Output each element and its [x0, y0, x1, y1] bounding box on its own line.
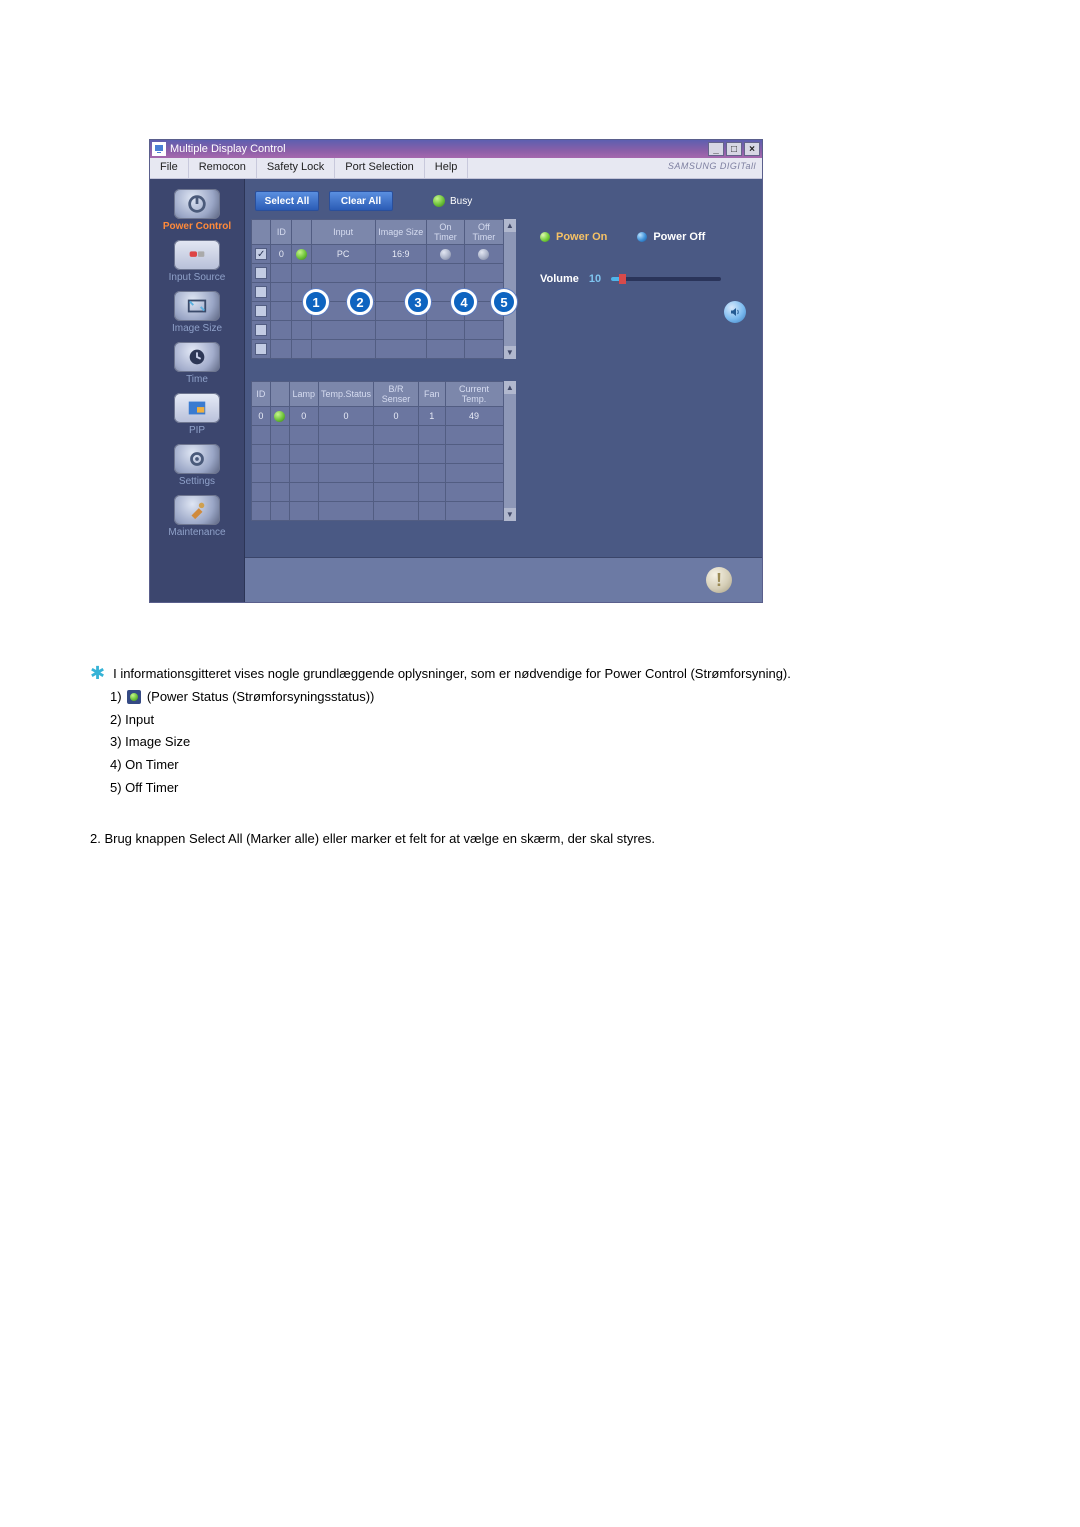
row-checkbox[interactable]: [255, 286, 267, 298]
grid-header: Off Timer: [465, 220, 503, 245]
sidebar-item-maintenance[interactable]: Maintenance: [150, 495, 244, 538]
busy-dot-icon: [433, 195, 445, 207]
timer-led-icon: [478, 249, 489, 260]
callout-5: 5: [491, 289, 517, 315]
select-all-button[interactable]: Select All: [255, 191, 319, 211]
row-checkbox[interactable]: [255, 267, 267, 279]
grid-header: Lamp: [289, 382, 318, 407]
menu-remocon[interactable]: Remocon: [189, 158, 257, 178]
row-checkbox[interactable]: [255, 343, 267, 355]
volume-control[interactable]: Volume 10: [540, 273, 746, 285]
table-row[interactable]: [252, 483, 504, 502]
star-icon: ✱: [90, 664, 105, 685]
volume-slider[interactable]: [611, 277, 721, 281]
sidebar-item-power-control[interactable]: Power Control: [150, 189, 244, 232]
grid-header: Image Size: [375, 220, 426, 245]
settings-icon: [174, 444, 220, 474]
table-row[interactable]: [252, 321, 504, 340]
status-led-icon: [296, 249, 307, 260]
grid-header: [270, 382, 289, 407]
window-title: Multiple Display Control: [170, 143, 286, 155]
power-off-dot-icon: [637, 232, 647, 242]
busy-indicator: Busy: [433, 195, 472, 207]
menu-safety-lock[interactable]: Safety Lock: [257, 158, 335, 178]
input-source-icon: [174, 240, 220, 270]
table-row[interactable]: [252, 340, 504, 359]
status-grid[interactable]: ID LampTemp.StatusB/R SenserFanCurrent Te…: [251, 381, 504, 521]
app-window: Multiple Display Control _ □ × File Remo…: [150, 140, 762, 602]
titlebar: Multiple Display Control _ □ ×: [150, 140, 762, 158]
grid-header: Fan: [419, 382, 445, 407]
scroll-down-icon[interactable]: ▼: [504, 508, 516, 521]
table-row[interactable]: [252, 264, 504, 283]
sidebar-item-time[interactable]: Time: [150, 342, 244, 385]
right-control-panel: Power On Power Off Volume 10: [526, 219, 756, 521]
table-row[interactable]: [252, 426, 504, 445]
statusbar: !: [245, 557, 762, 602]
table-row[interactable]: [252, 464, 504, 483]
grid-header: [292, 220, 311, 245]
speaker-icon[interactable]: [724, 301, 746, 323]
doc-intro: I informationsgitteret vises nogle grund…: [113, 664, 791, 685]
maintenance-icon: [174, 495, 220, 525]
minimize-icon[interactable]: _: [708, 142, 724, 156]
sidebar: Power Control Input Source Image Size: [150, 179, 244, 602]
scrollbar[interactable]: ▲ ▼: [504, 381, 516, 521]
grid-header: Temp.Status: [319, 382, 374, 407]
scroll-up-icon[interactable]: ▲: [504, 219, 516, 232]
scroll-down-icon[interactable]: ▼: [504, 346, 516, 359]
app-icon: [152, 142, 166, 156]
row-checkbox[interactable]: [255, 248, 267, 260]
grid-header: B/R Senser: [374, 382, 419, 407]
grid-header: ID: [252, 382, 271, 407]
maximize-icon[interactable]: □: [726, 142, 742, 156]
row-checkbox[interactable]: [255, 305, 267, 317]
table-row[interactable]: [252, 445, 504, 464]
pip-icon: [174, 393, 220, 423]
grid-header: ID: [271, 220, 292, 245]
grid-header: On Timer: [426, 220, 464, 245]
power-off-button[interactable]: Power Off: [637, 231, 705, 243]
timer-led-icon: [440, 249, 451, 260]
menu-file[interactable]: File: [150, 158, 189, 178]
doc-text: ✱ I informationsgitteret vises nogle gru…: [90, 664, 1000, 850]
row-checkbox[interactable]: [255, 324, 267, 336]
power-on-dot-icon: [540, 232, 550, 242]
volume-value: 10: [589, 273, 601, 285]
table-row[interactable]: [252, 502, 504, 521]
doc-para-2: 2. Brug knappen Select All (Marker alle)…: [90, 829, 1000, 850]
scroll-up-icon[interactable]: ▲: [504, 381, 516, 394]
status-led-icon: [274, 411, 285, 422]
grid-header: Current Temp.: [445, 382, 503, 407]
warning-icon: !: [706, 567, 732, 593]
table-row[interactable]: 0000149: [252, 407, 504, 426]
sidebar-item-input-source[interactable]: Input Source: [150, 240, 244, 283]
brand-label: SAMSUNG DIGITall: [668, 158, 762, 178]
grid-header: Input: [311, 220, 375, 245]
power-on-button[interactable]: Power On: [540, 231, 607, 243]
power-status-led-icon: [127, 690, 141, 704]
table-row[interactable]: 0PC16:9: [252, 245, 504, 264]
menubar: File Remocon Safety Lock Port Selection …: [150, 158, 762, 179]
power-icon: [174, 189, 220, 219]
menu-help[interactable]: Help: [425, 158, 469, 178]
clear-all-button[interactable]: Clear All: [329, 191, 393, 211]
callout-1: 1: [303, 289, 329, 315]
callout-4: 4: [451, 289, 477, 315]
grid-header: [252, 220, 271, 245]
callout-3: 3: [405, 289, 431, 315]
image-size-icon: [174, 291, 220, 321]
sidebar-item-settings[interactable]: Settings: [150, 444, 244, 487]
close-icon[interactable]: ×: [744, 142, 760, 156]
callout-2: 2: [347, 289, 373, 315]
sidebar-item-pip[interactable]: PIP: [150, 393, 244, 436]
main-panel: Select All Clear All Busy: [244, 179, 762, 602]
menu-port-selection[interactable]: Port Selection: [335, 158, 424, 178]
time-icon: [174, 342, 220, 372]
sidebar-item-image-size[interactable]: Image Size: [150, 291, 244, 334]
